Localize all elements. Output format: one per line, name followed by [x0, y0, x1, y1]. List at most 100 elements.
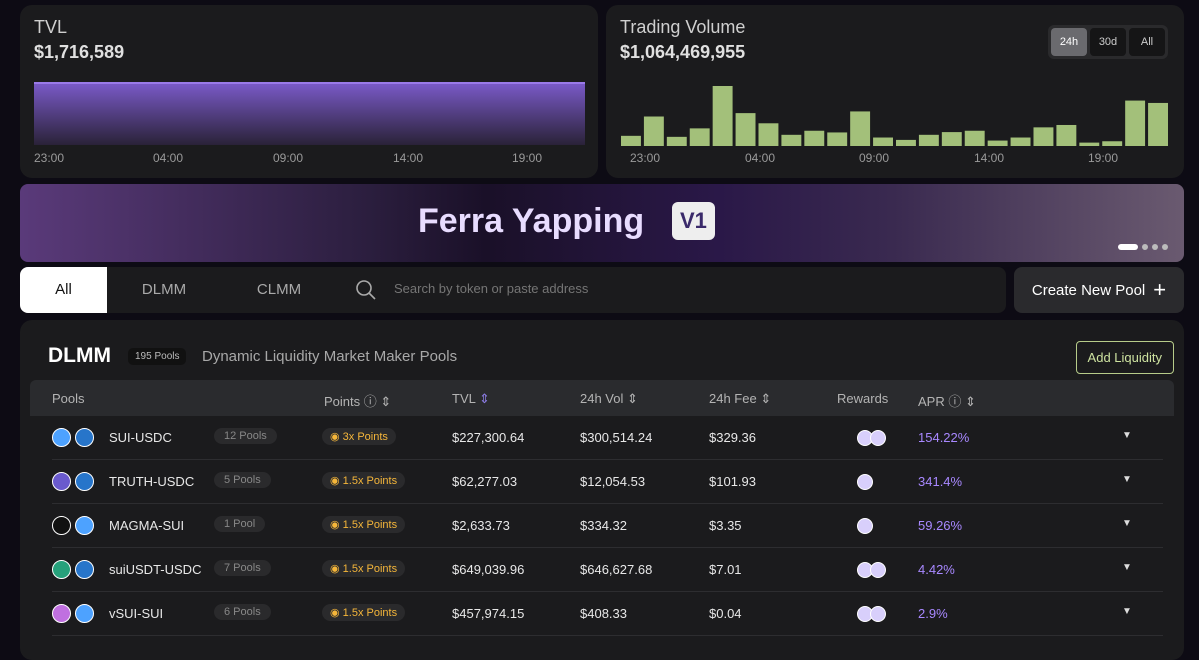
token-a-icon: [52, 604, 71, 623]
pool-count: 12 Pools: [214, 428, 277, 444]
expand-chevron-icon[interactable]: ▼: [1122, 562, 1132, 573]
volume-bar[interactable]: [643, 116, 664, 146]
add-liquidity-button[interactable]: Add Liquidity: [1075, 341, 1174, 374]
tvl-value: $62,277.03: [452, 474, 518, 489]
table-header: Pools Points ⓘ ⇕ TVL ⇕ 24h Vol ⇕ 24h Fee…: [30, 380, 1174, 416]
carousel-dots: [1118, 244, 1168, 250]
volume-value: $1,064,469,955: [620, 42, 746, 62]
pool-count: 5 Pools: [214, 472, 271, 488]
volume-bar[interactable]: [964, 130, 985, 146]
volume-bar[interactable]: [758, 123, 779, 146]
range-24h[interactable]: 24h: [1051, 28, 1087, 56]
expand-chevron-icon[interactable]: ▼: [1122, 518, 1132, 529]
volume-bar[interactable]: [735, 113, 756, 146]
pool-pair[interactable]: MAGMA-SUI: [109, 518, 184, 533]
volume-bar[interactable]: [666, 136, 687, 146]
volume-value: $646,627.68: [580, 562, 653, 577]
volume-value: $300,514.24: [580, 430, 653, 445]
volume-bar[interactable]: [1010, 137, 1031, 146]
carousel-dot[interactable]: [1162, 244, 1168, 250]
token-b-icon: [75, 472, 94, 491]
table-row[interactable]: MAGMA-SUI 1 Pool ◉ 1.5x Points $2,633.73…: [52, 504, 1163, 548]
x-tick-label: 04:00: [745, 151, 776, 165]
col-points[interactable]: Points ⓘ ⇕: [324, 391, 391, 410]
volume-value: $334.32: [580, 518, 627, 533]
volume-bar[interactable]: [827, 132, 848, 146]
carousel-dot[interactable]: [1118, 244, 1138, 250]
banner-badge: V1: [672, 202, 715, 240]
search-input[interactable]: [394, 281, 794, 296]
pool-count-badge: 195 Pools: [128, 348, 187, 365]
reward-token-icon: [870, 606, 886, 622]
tvl-area-chart: [34, 82, 585, 145]
volume-bar[interactable]: [1079, 142, 1100, 146]
points-badge: ◉ 3x Points: [322, 428, 396, 445]
col-pools: Pools: [52, 391, 85, 406]
expand-chevron-icon[interactable]: ▼: [1122, 606, 1132, 617]
pool-pair[interactable]: vSUI-SUI: [109, 606, 163, 621]
table-row[interactable]: vSUI-SUI 6 Pools ◉ 1.5x Points $457,974.…: [52, 592, 1163, 636]
fee-value: $101.93: [709, 474, 756, 489]
volume-bar[interactable]: [873, 137, 893, 146]
x-tick-label: 19:00: [512, 151, 543, 165]
carousel-dot[interactable]: [1152, 244, 1158, 250]
tab-all[interactable]: All: [20, 267, 107, 313]
tvl-value: $649,039.96: [452, 562, 525, 577]
token-b-icon: [75, 516, 94, 535]
volume-bar[interactable]: [1056, 124, 1077, 146]
tab-clmm[interactable]: CLMM: [234, 267, 324, 313]
filter-bar: All DLMM CLMM: [20, 267, 1006, 313]
volume-bar[interactable]: [941, 132, 962, 146]
fee-value: $3.35: [709, 518, 742, 533]
token-a-icon: [52, 428, 71, 447]
tvl-value: $457,974.15: [452, 606, 525, 621]
volume-bar[interactable]: [850, 111, 871, 146]
tvl-value: $1,716,589: [34, 42, 125, 62]
range-all[interactable]: All: [1129, 28, 1165, 56]
x-tick-label: 14:00: [393, 151, 424, 165]
create-new-pool-button[interactable]: Create New Pool +: [1014, 267, 1184, 313]
volume-bar[interactable]: [1148, 102, 1168, 146]
fee-value: $329.36: [709, 430, 756, 445]
token-b-icon: [75, 560, 94, 579]
token-b-icon: [75, 428, 94, 447]
col-24h-fee[interactable]: 24h Fee ⇕: [709, 391, 771, 407]
volume-bar[interactable]: [1125, 100, 1146, 146]
volume-bar[interactable]: [804, 130, 825, 146]
points-badge: ◉ 1.5x Points: [322, 472, 406, 489]
x-tick-label: 09:00: [859, 151, 890, 165]
points-badge: ◉ 1.5x Points: [322, 516, 406, 533]
carousel-dot[interactable]: [1142, 244, 1148, 250]
promo-banner[interactable]: Ferra Yapping V1: [20, 184, 1184, 262]
table-row[interactable]: TRUTH-USDC 5 Pools ◉ 1.5x Points $62,277…: [52, 460, 1163, 504]
expand-chevron-icon[interactable]: ▼: [1122, 430, 1132, 441]
tab-dlmm[interactable]: DLMM: [120, 267, 208, 313]
volume-bar[interactable]: [987, 140, 1008, 146]
volume-bar[interactable]: [896, 139, 916, 146]
pool-pair[interactable]: TRUTH-USDC: [109, 474, 194, 489]
apr-value: 59.26%: [918, 518, 963, 533]
section-title: DLMM: [48, 344, 111, 367]
tvl-area: [34, 83, 585, 145]
pool-pair[interactable]: suiUSDT-USDC: [109, 562, 201, 577]
table-row[interactable]: suiUSDT-USDC 7 Pools ◉ 1.5x Points $649,…: [52, 548, 1163, 592]
points-badge: ◉ 1.5x Points: [322, 560, 406, 577]
reward-token-icon: [870, 562, 886, 578]
pool-count: 7 Pools: [214, 560, 271, 576]
volume-bar[interactable]: [689, 128, 710, 146]
volume-bar[interactable]: [918, 134, 939, 146]
table-row[interactable]: SUI-USDC 12 Pools ◉ 3x Points $227,300.6…: [52, 416, 1163, 460]
col-apr[interactable]: APR ⓘ ⇕: [918, 391, 976, 410]
col-tvl[interactable]: TVL ⇕: [452, 391, 490, 407]
volume-bar[interactable]: [712, 86, 733, 146]
range-30d[interactable]: 30d: [1090, 28, 1126, 56]
col-24h-vol[interactable]: 24h Vol ⇕: [580, 391, 638, 407]
search-icon: [356, 280, 376, 300]
volume-bar[interactable]: [1102, 141, 1123, 146]
volume-bar[interactable]: [621, 135, 641, 146]
pool-pair[interactable]: SUI-USDC: [109, 430, 172, 445]
expand-chevron-icon[interactable]: ▼: [1122, 474, 1132, 485]
volume-bar[interactable]: [781, 134, 802, 146]
tvl-card: TVL $1,716,589 23:00 04:00 09:00 14:00 19:00: [20, 5, 598, 178]
volume-bar[interactable]: [1033, 127, 1054, 146]
